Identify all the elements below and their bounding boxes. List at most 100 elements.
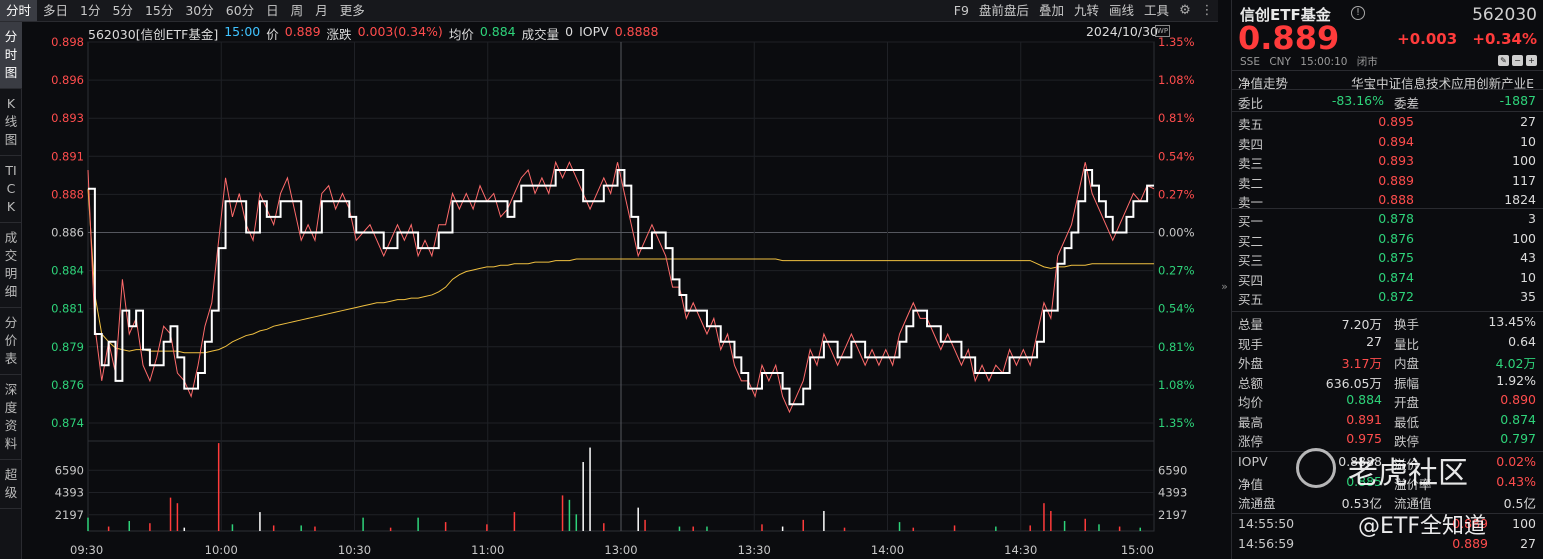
book-row[interactable]: 买五 0.872 35 bbox=[1232, 287, 1543, 307]
stat-value-2: 4.02万 bbox=[1495, 356, 1536, 371]
stat-row: 最高 0.891 最低 0.874 bbox=[1232, 410, 1543, 430]
y-tick-left: 0.888 bbox=[51, 187, 84, 201]
book-row[interactable]: 卖四 0.894 10 bbox=[1232, 132, 1543, 152]
minus-icon[interactable]: − bbox=[1512, 55, 1523, 66]
side-tab-label: TICK bbox=[5, 163, 17, 214]
overlay-button[interactable]: 叠加 bbox=[1034, 0, 1069, 22]
stat-value: 27 bbox=[1366, 333, 1382, 349]
book-price: 0.888 bbox=[1378, 192, 1414, 207]
book-row[interactable]: 买四 0.874 10 bbox=[1232, 268, 1543, 288]
book-price: 0.895 bbox=[1378, 114, 1414, 129]
nine-turn-button[interactable]: 九转 bbox=[1069, 0, 1104, 22]
book-level-label: 买一 bbox=[1238, 214, 1264, 229]
period-tab[interactable]: 1分 bbox=[74, 0, 106, 21]
stat-value: 7.20万 bbox=[1341, 317, 1382, 332]
book-qty: 100 bbox=[1512, 153, 1536, 168]
side-tab-label: 分价表 bbox=[4, 315, 18, 366]
x-tick: 10:00 bbox=[205, 543, 238, 557]
book-row[interactable]: 买二 0.876 100 bbox=[1232, 229, 1543, 249]
y-tick-right: 1.35% bbox=[1158, 35, 1195, 49]
y-tick-right: 1.08% bbox=[1158, 73, 1195, 87]
x-tick: 14:30 bbox=[1004, 543, 1037, 557]
x-tick: 11:00 bbox=[471, 543, 504, 557]
book-row[interactable]: 卖一 0.888 1824 bbox=[1232, 190, 1543, 210]
book-level-label: 买二 bbox=[1238, 233, 1264, 249]
edit-icon[interactable]: ✎ bbox=[1498, 55, 1509, 66]
book-price: 0.894 bbox=[1378, 133, 1414, 149]
stat-label: 涨停 bbox=[1238, 434, 1264, 449]
gear-icon[interactable]: ⚙ bbox=[1174, 0, 1196, 22]
stat-label: 总量 bbox=[1238, 317, 1264, 332]
stat-label: 外盘 bbox=[1238, 356, 1264, 371]
stat-row: 总量 7.20万 换手 13.45% bbox=[1232, 312, 1543, 332]
plus-icon[interactable]: + bbox=[1526, 55, 1537, 66]
side-tab[interactable]: K线图 bbox=[0, 89, 22, 156]
stat-value-2: 0.5亿 bbox=[1503, 496, 1536, 511]
book-level-label: 卖五 bbox=[1238, 117, 1264, 132]
book-level-label: 卖四 bbox=[1238, 136, 1264, 152]
wc-label: 委差 bbox=[1394, 96, 1420, 111]
draw-line-button[interactable]: 画线 bbox=[1104, 0, 1139, 22]
period-tab[interactable]: 30分 bbox=[179, 0, 219, 21]
book-price: 0.876 bbox=[1378, 230, 1414, 246]
more-vertical-icon[interactable]: ⋮ bbox=[1196, 0, 1218, 22]
tick-time: 14:56:59 bbox=[1238, 536, 1295, 551]
community-logo-icon bbox=[1296, 448, 1336, 488]
y-tick-left: 0.876 bbox=[51, 378, 84, 392]
side-tab[interactable]: 超级 bbox=[0, 460, 22, 509]
bid-book: 买一 0.878 3 买二 0.876 100 买三 0.875 43 买四 0.874 10 买五 0.… bbox=[1232, 208, 1543, 307]
f9-button[interactable]: F9 bbox=[949, 0, 974, 22]
stat-row: 均价 0.884 开盘 0.890 bbox=[1232, 390, 1543, 410]
book-row[interactable]: 买一 0.878 3 bbox=[1232, 209, 1543, 229]
side-tab[interactable]: TICK bbox=[0, 156, 22, 223]
period-tab[interactable]: 5分 bbox=[106, 0, 138, 21]
side-tab[interactable]: 深度资料 bbox=[0, 375, 22, 460]
period-tab[interactable]: 多日 bbox=[37, 0, 74, 21]
book-row[interactable]: 卖五 0.895 27 bbox=[1232, 112, 1543, 132]
tools-button[interactable]: 工具 bbox=[1139, 0, 1174, 22]
toolbar-right: F9 盘前盘后 叠加 九转 画线 工具 ⚙ ⋮ bbox=[949, 0, 1218, 21]
ask-book: 卖五 0.895 27 卖四 0.894 10 卖三 0.893 100 卖二 0.889 117 卖一… bbox=[1232, 111, 1543, 210]
period-tab[interactable]: 周 bbox=[285, 0, 310, 21]
tick-qty: 27 bbox=[1520, 536, 1536, 551]
book-level-label: 买四 bbox=[1238, 272, 1264, 288]
book-row[interactable]: 买三 0.875 43 bbox=[1232, 248, 1543, 268]
period-tab[interactable]: 更多 bbox=[334, 0, 371, 21]
stat-row: 总额 636.05万 振幅 1.92% bbox=[1232, 371, 1543, 391]
stat-value-2: 0.797 bbox=[1500, 431, 1536, 446]
stat-value-2: 1.92% bbox=[1496, 372, 1536, 388]
x-tick: 15:00 bbox=[1121, 543, 1154, 557]
vol-tick-left: 4393 bbox=[55, 486, 84, 500]
stat-label-2: 换手 bbox=[1394, 317, 1420, 332]
side-tab[interactable]: 分价表 bbox=[0, 308, 22, 375]
period-tab[interactable]: 月 bbox=[309, 0, 334, 21]
nav-trend-row[interactable]: 净值走势 华宝中证信息技术应用创新产业E bbox=[1232, 70, 1543, 91]
book-qty: 10 bbox=[1520, 269, 1536, 285]
book-qty: 117 bbox=[1512, 172, 1536, 188]
side-tab[interactable]: 成交明细 bbox=[0, 223, 22, 308]
collapse-panel-icon[interactable]: » bbox=[1218, 280, 1231, 293]
info-icon[interactable]: ! bbox=[1351, 6, 1365, 20]
period-tab[interactable]: 分时 bbox=[0, 0, 38, 21]
wb-value: -83.16% bbox=[1331, 93, 1384, 108]
period-tab[interactable]: 15分 bbox=[139, 0, 179, 21]
side-tab[interactable]: 分时图 bbox=[0, 22, 22, 89]
side-tab-label: 分时图 bbox=[4, 29, 18, 80]
chart-svg[interactable]: 0.898 1.35% 0.896 1.08% 0.893 0.81% 0.891 0.54%… bbox=[22, 22, 1218, 559]
y-tick-right: 0.81% bbox=[1158, 111, 1195, 125]
book-row[interactable]: 卖三 0.893 100 bbox=[1232, 151, 1543, 171]
y-tick-right: 0.00% bbox=[1158, 226, 1195, 240]
premarket-button[interactable]: 盘前盘后 bbox=[974, 0, 1034, 22]
stat-value-2: 0.890 bbox=[1500, 392, 1536, 407]
stat-value-2: 13.45% bbox=[1488, 314, 1536, 329]
y-tick-right: 0.27% bbox=[1158, 187, 1195, 201]
book-price: 0.889 bbox=[1378, 172, 1414, 188]
y-tick-right: 1.35% bbox=[1158, 416, 1195, 430]
period-tab[interactable]: 日 bbox=[260, 0, 285, 21]
book-row[interactable]: 卖二 0.889 117 bbox=[1232, 171, 1543, 191]
period-tab[interactable]: 60分 bbox=[220, 0, 260, 21]
stat-label-2: 最低 bbox=[1394, 414, 1420, 430]
book-price: 0.874 bbox=[1378, 269, 1414, 285]
book-price: 0.872 bbox=[1378, 289, 1414, 304]
y-tick-right: 0.54% bbox=[1158, 149, 1195, 163]
